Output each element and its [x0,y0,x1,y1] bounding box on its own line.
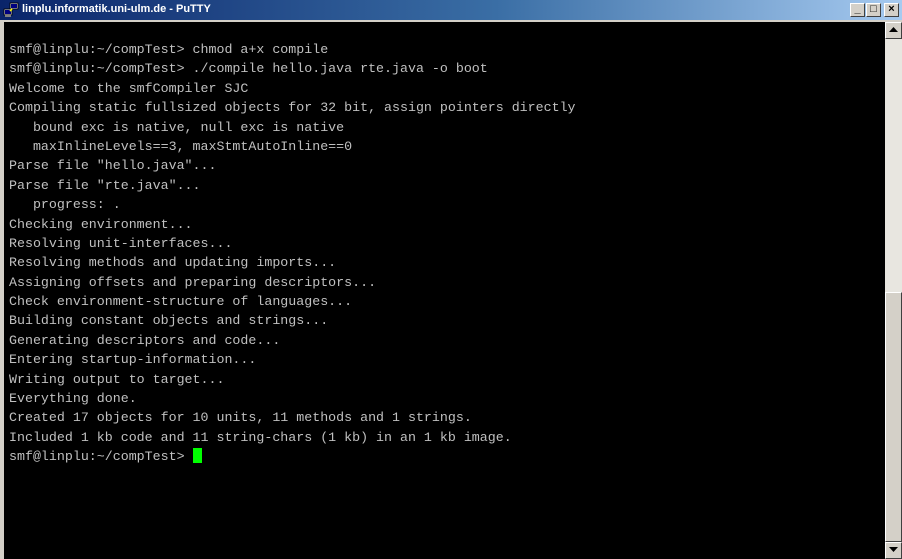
terminal-line: smf@linplu:~/compTest> chmod a+x compile [9,42,329,57]
terminal-line: progress: . [9,197,121,213]
putty-app-icon[interactable] [3,2,19,18]
terminal-line: bound exc is native, null exc is native [9,119,345,135]
terminal-line: Resolving methods and updating imports..… [9,255,337,271]
arrow-up-icon [889,27,898,32]
close-button[interactable]: × [884,3,899,17]
terminal-line: Welcome to the smfCompiler SJC [9,80,249,96]
terminal-line: Compiling static fullsized objects for 3… [9,100,576,116]
minimize-icon: _ [854,3,861,15]
close-icon: × [888,3,895,15]
terminal-line: Writing output to target... [9,371,225,387]
terminal-output: smf@linplu:~/compTest> chmod a+x compile… [9,40,576,467]
title-bar[interactable]: linplu.informatik.uni-ulm.de - PuTTY _ □… [0,0,902,20]
terminal-line: Entering startup-information... [9,352,257,368]
shell-prompt: smf@linplu:~/compTest> [9,449,193,465]
terminal-line: Parse file "hello.java"... [9,158,217,174]
putty-window: linplu.informatik.uni-ulm.de - PuTTY _ □… [0,0,902,559]
maximize-icon: □ [870,3,877,15]
terminal-line: Resolving unit-interfaces... [9,235,233,251]
terminal-line: Generating descriptors and code... [9,332,281,348]
vertical-scrollbar[interactable] [885,22,902,559]
terminal-line: maxInlineLevels==3, maxStmtAutoInline==0 [9,138,353,154]
terminal-line: Check environment-structure of languages… [9,294,353,310]
scrollbar-thumb[interactable] [885,292,902,542]
text-cursor [192,448,202,464]
terminal-area[interactable]: smf@linplu:~/compTest> chmod a+x compile… [4,22,885,559]
window-title: linplu.informatik.uni-ulm.de - PuTTY [22,3,211,15]
prompt-line[interactable]: smf@linplu:~/compTest> [9,447,576,466]
arrow-down-icon [889,547,898,552]
terminal-line: Included 1 kb code and 11 string-chars (… [9,429,512,445]
terminal-line: Building constant objects and strings... [9,313,329,329]
scroll-down-button[interactable] [885,542,902,559]
terminal-line: Everything done. [9,391,137,407]
terminal-line: Created 17 objects for 10 units, 11 meth… [9,410,472,426]
scroll-up-button[interactable] [885,22,902,39]
terminal-line: Assigning offsets and preparing descript… [9,274,377,290]
minimize-button[interactable]: _ [850,3,865,17]
terminal-line: smf@linplu:~/compTest> ./compile hello.j… [9,61,488,77]
terminal-line: Checking environment... [9,216,193,232]
maximize-button[interactable]: □ [866,3,881,17]
terminal-line: Parse file "rte.java"... [9,177,201,193]
